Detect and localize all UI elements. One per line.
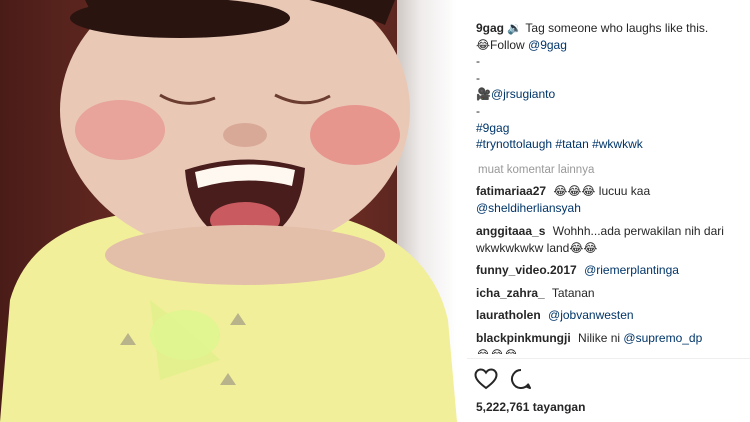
speech-bubble-icon[interactable]	[510, 368, 532, 390]
comment-text: Tatanan	[551, 285, 595, 300]
comment-username[interactable]: lauratholen	[476, 308, 541, 322]
caption-dash: -	[476, 54, 480, 69]
comment-text: Nilike ni	[578, 330, 621, 345]
caption-dash: -	[476, 70, 480, 85]
actions-divider	[467, 358, 750, 359]
comment-trailing-emoji: 😂😂😂	[476, 348, 518, 354]
comment: icha_zahra_ Tatanan	[476, 285, 746, 302]
caption-dash: -	[476, 103, 480, 118]
post-video[interactable]	[0, 0, 457, 422]
post-caption: 9gag 🔉 Tag someone who laughs like this.…	[476, 20, 746, 153]
camera-emoji: 🎥	[476, 87, 491, 102]
comment: blackpinkmungji Nilike ni @supremo_dp 😂😂…	[476, 330, 746, 354]
comment: funny_video.2017 @riemerplantinga	[476, 262, 746, 279]
hashtag-list[interactable]: #trynottolaugh #tatan #wkwkwk	[476, 136, 746, 153]
caption-author[interactable]: 9gag	[476, 21, 504, 35]
comment-mention[interactable]: @jobvanwesten	[548, 308, 634, 322]
post-actions	[474, 368, 532, 390]
load-more-comments-link[interactable]: muat komentar lainnya	[478, 162, 594, 178]
comment-mention[interactable]: @riemerplantinga	[584, 263, 679, 277]
comment-username[interactable]: icha_zahra_	[476, 286, 545, 300]
comment-list: fatimariaa27 😂😂😂 lucuu kaa @sheldiherlia…	[476, 183, 746, 359]
caption-text: 🔉 Tag someone who laughs like this.	[507, 21, 709, 35]
comment-username[interactable]: blackpinkmungji	[476, 331, 571, 345]
comment-username[interactable]: fatimariaa27	[476, 184, 546, 198]
comment: fatimariaa27 😂😂😂 lucuu kaa @sheldiherlia…	[476, 183, 746, 217]
comment-mention[interactable]: @supremo_dp	[623, 331, 702, 345]
post-details-panel: 9gag 🔉 Tag someone who laughs like this.…	[467, 0, 750, 422]
heart-outline-icon[interactable]	[474, 368, 498, 390]
video-frame-illustration	[0, 0, 457, 422]
comment-username[interactable]: anggitaaa_s	[476, 224, 545, 238]
view-count: 5,222,761 tayangan	[476, 400, 586, 414]
comment-username[interactable]: funny_video.2017	[476, 263, 577, 277]
comment: lauratholen @jobvanwesten	[476, 307, 746, 324]
caption-mention-9gag[interactable]: @9gag	[528, 38, 567, 52]
comment: anggitaaa_s Wohhh...ada perwakilan nih d…	[476, 223, 746, 257]
hashtag-9gag[interactable]: #9gag	[476, 120, 746, 137]
comment-text: 😂😂😂 lucuu kaa	[553, 184, 651, 198]
comment-mention[interactable]: @sheldiherliansyah	[476, 201, 581, 215]
caption-follow-text: 😂Follow	[476, 37, 529, 52]
caption-mention-credit[interactable]: @jrsugianto	[491, 87, 555, 101]
